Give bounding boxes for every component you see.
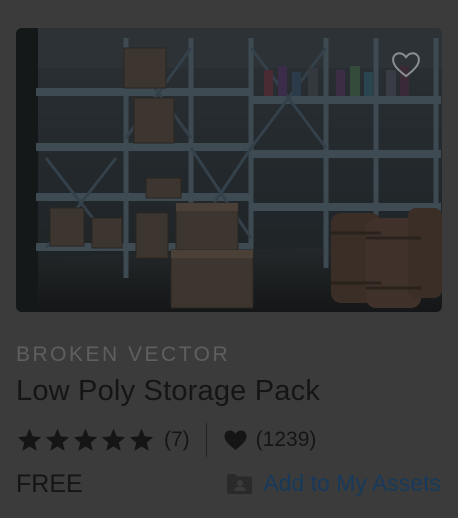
heart-icon xyxy=(224,430,247,450)
favorite-toggle-button[interactable] xyxy=(390,48,422,80)
star-icon xyxy=(129,428,154,451)
rating-count: (7) xyxy=(164,428,190,451)
folder-user-icon xyxy=(227,473,253,494)
add-to-my-assets-label: Add to My Assets xyxy=(263,470,441,496)
star-icon xyxy=(101,428,126,451)
star-icon xyxy=(17,428,42,451)
add-to-my-assets-button[interactable]: Add to My Assets xyxy=(226,470,441,497)
price-label: FREE xyxy=(16,470,83,498)
divider xyxy=(205,423,207,457)
favorites-count: (1239) xyxy=(255,428,317,451)
star-rating xyxy=(16,427,156,453)
heart-outline-icon xyxy=(392,51,420,77)
star-icon xyxy=(73,428,98,451)
asset-card[interactable]: BROKEN VECTOR Low Poly Storage Pack (7) … xyxy=(0,0,458,518)
rating-row: (7) (1239) xyxy=(16,423,317,457)
star-icon xyxy=(45,428,70,451)
publisher-name[interactable]: BROKEN VECTOR xyxy=(16,343,230,367)
asset-thumbnail[interactable] xyxy=(16,28,442,312)
asset-title[interactable]: Low Poly Storage Pack xyxy=(16,375,320,408)
storage-scene-image xyxy=(16,28,442,312)
